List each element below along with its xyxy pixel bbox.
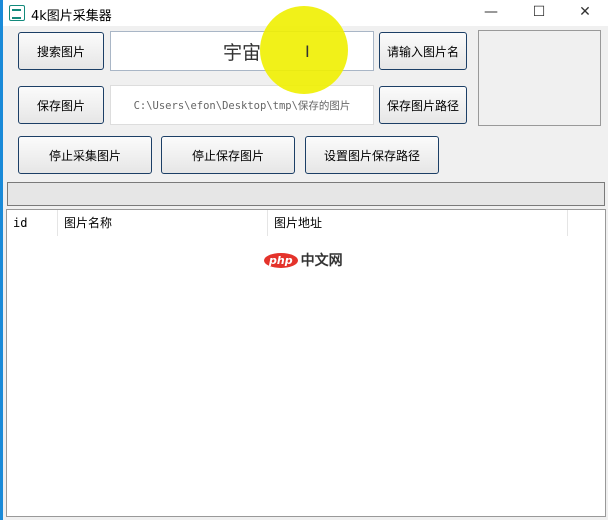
column-header-name[interactable]: 图片名称	[58, 210, 268, 236]
close-button[interactable]: ✕	[563, 0, 607, 26]
cursor-highlight	[260, 6, 348, 94]
minimize-button[interactable]: —	[469, 0, 513, 26]
watermark: php 中文网	[264, 250, 343, 270]
app-icon	[9, 5, 25, 21]
enter-name-button[interactable]: 请输入图片名	[379, 32, 467, 70]
set-save-path-button[interactable]: 设置图片保存路径	[305, 136, 439, 174]
search-button[interactable]: 搜索图片	[18, 32, 104, 70]
progress-bar	[7, 182, 605, 206]
window-border	[0, 0, 3, 520]
stop-save-button[interactable]: 停止保存图片	[161, 136, 295, 174]
column-header-url[interactable]: 图片地址	[268, 210, 568, 236]
maximize-button[interactable]: ☐	[517, 0, 561, 26]
save-path-button[interactable]: 保存图片路径	[379, 86, 467, 124]
save-button[interactable]: 保存图片	[18, 86, 104, 124]
stop-collect-button[interactable]: 停止采集图片	[18, 136, 152, 174]
image-preview	[478, 30, 601, 126]
watermark-logo: php	[264, 252, 298, 268]
window-title: 4k图片采集器	[31, 9, 112, 24]
save-path-input[interactable]: C:\Users\efon\Desktop\tmp\保存的图片	[110, 85, 374, 125]
text-cursor-icon: I	[305, 42, 310, 61]
watermark-text: 中文网	[300, 253, 343, 269]
column-header-id[interactable]: id	[7, 210, 58, 236]
